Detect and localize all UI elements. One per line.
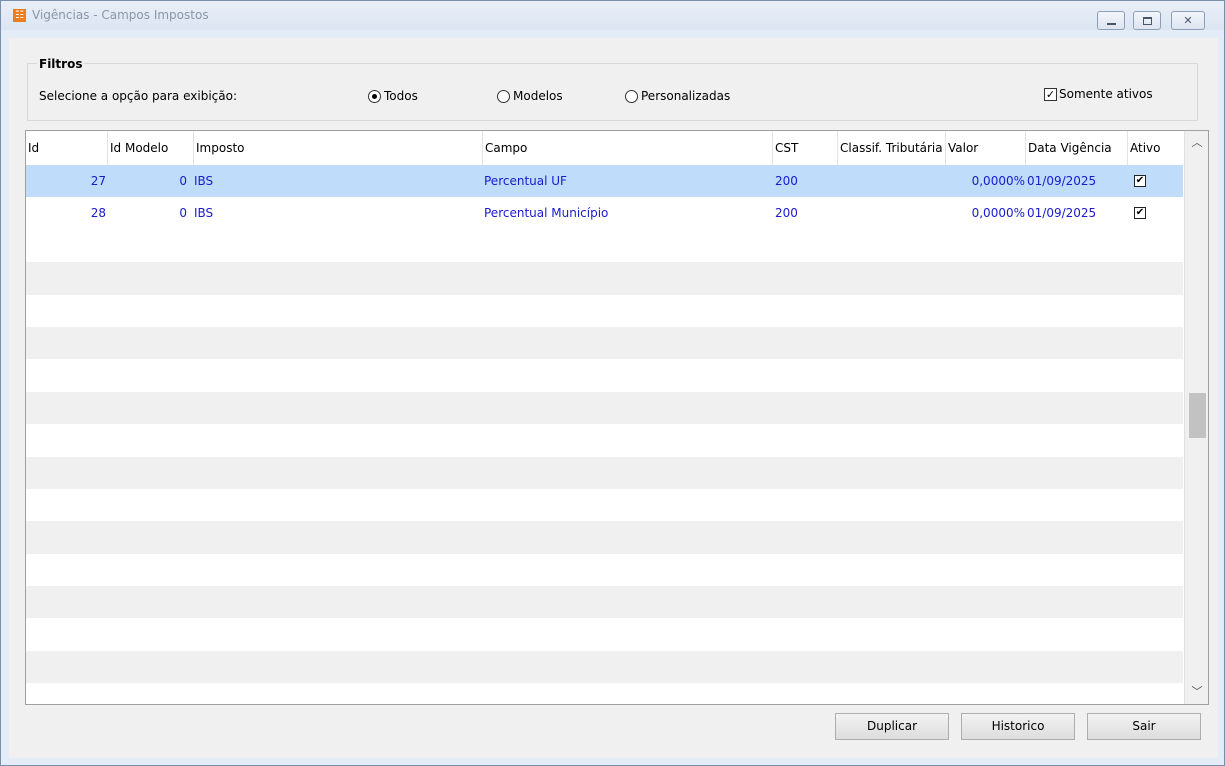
historico-button[interactable]: Historico [961, 713, 1075, 740]
empty-row [26, 326, 1183, 360]
table-row[interactable]: 28 0 IBS Percentual Município 200 0,0000… [26, 197, 1183, 229]
empty-row [26, 650, 1183, 684]
cell-campo: Percentual Município [484, 206, 609, 221]
grid-header: Id Id Modelo Imposto Campo CST Classif. … [26, 131, 1183, 165]
vigencias-grid[interactable]: Id Id Modelo Imposto Campo CST Classif. … [25, 130, 1209, 705]
cell-id: 28 [90, 206, 106, 221]
empty-row [26, 230, 1183, 262]
minimize-button[interactable] [1097, 11, 1125, 30]
radio-modelos[interactable]: Modelos [497, 89, 563, 103]
sair-button[interactable]: Sair [1087, 713, 1201, 740]
checkmark-icon: ✓ [1044, 87, 1057, 101]
only-active-checkbox[interactable]: ✓ Somente ativos [1044, 87, 1153, 101]
radio-todos[interactable]: Todos [368, 89, 418, 103]
empty-row [26, 295, 1183, 327]
cell-id-modelo: 0 [179, 206, 187, 221]
empty-row [26, 391, 1183, 425]
cell-imposto: IBS [194, 206, 214, 221]
column-header-ativo[interactable]: Ativo [1128, 131, 1183, 165]
empty-row [26, 554, 1183, 586]
ativo-checkbox[interactable]: ✔ [1134, 207, 1146, 220]
window: ☷ Vigências - Campos Impostos ✕ Filtros … [0, 0, 1225, 766]
column-header-campo[interactable]: Campo [483, 131, 773, 165]
empty-row [26, 359, 1183, 391]
empty-row [26, 262, 1183, 295]
cell-data-vigencia: 01/09/2025 [1027, 206, 1097, 221]
empty-row [26, 456, 1183, 489]
cell-id-modelo: 0 [179, 174, 187, 188]
checkmark-icon: ✔ [1135, 207, 1145, 219]
column-header-id[interactable]: Id [26, 131, 108, 165]
radio-selected-icon [368, 89, 381, 103]
radio-unselected-icon [497, 89, 510, 103]
cell-data-vigencia: 01/09/2025 [1027, 174, 1097, 188]
empty-row [26, 489, 1183, 521]
scroll-thumb[interactable] [1189, 393, 1206, 438]
empty-row [26, 618, 1183, 650]
grid-body: 27 0 IBS Percentual UF 200 0,0000% 01/09… [26, 165, 1183, 684]
radio-unselected-icon [625, 89, 638, 103]
column-header-id-modelo[interactable]: Id Modelo [108, 131, 194, 165]
radio-todos-label: Todos [384, 89, 418, 103]
minimize-icon [1106, 22, 1116, 25]
checkmark-icon: ✔ [1135, 175, 1145, 186]
column-header-valor[interactable]: Valor [946, 131, 1026, 165]
close-button[interactable]: ✕ [1171, 11, 1205, 30]
cell-cst: 200 [775, 174, 798, 188]
cell-imposto: IBS [194, 174, 214, 188]
column-header-cst[interactable]: CST [773, 131, 838, 165]
empty-row [26, 586, 1183, 619]
dialog-body: Filtros Selecione a opção para exibição:… [9, 38, 1218, 758]
app-icon: ☷ [13, 9, 26, 22]
column-header-imposto[interactable]: Imposto [194, 131, 483, 165]
filters-legend: Filtros [37, 57, 85, 71]
maximize-icon [1142, 16, 1152, 25]
window-title: Vigências - Campos Impostos [32, 8, 209, 22]
cell-valor: 0,0000% [971, 206, 1025, 221]
cell-id: 27 [90, 174, 106, 188]
cell-cst: 200 [775, 206, 798, 221]
close-icon: ✕ [1183, 14, 1193, 27]
filter-prompt: Selecione a opção para exibição: [39, 89, 237, 103]
title-bar[interactable]: ☷ Vigências - Campos Impostos ✕ [1, 1, 1224, 30]
radio-personalizadas-label: Personalizadas [641, 89, 731, 103]
cell-campo: Percentual UF [484, 174, 567, 188]
table-row[interactable]: 27 0 IBS Percentual UF 200 0,0000% 01/09… [26, 165, 1183, 198]
empty-row [26, 521, 1183, 554]
column-header-classif[interactable]: Classif. Tributária [838, 131, 946, 165]
scroll-down-icon[interactable]: ﹀ [1185, 682, 1208, 702]
duplicar-button[interactable]: Duplicar [835, 713, 949, 740]
scroll-up-icon[interactable]: ︿ [1185, 133, 1208, 153]
empty-row [26, 424, 1183, 456]
cell-valor: 0,0000% [971, 174, 1025, 188]
column-header-data-vigencia[interactable]: Data Vigência [1026, 131, 1128, 165]
radio-modelos-label: Modelos [513, 89, 563, 103]
ativo-checkbox[interactable]: ✔ [1134, 175, 1146, 187]
vertical-scrollbar[interactable]: ︿ ﹀ [1184, 131, 1208, 704]
only-active-label: Somente ativos [1059, 87, 1153, 101]
maximize-button[interactable] [1133, 11, 1161, 30]
radio-personalizadas[interactable]: Personalizadas [625, 89, 730, 103]
